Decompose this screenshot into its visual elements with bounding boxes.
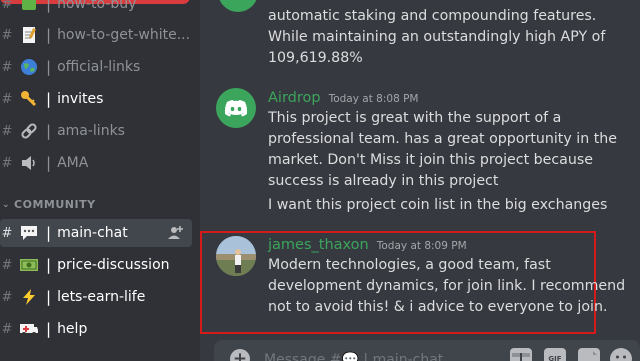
- avatar[interactable]: [216, 88, 256, 128]
- book-icon: [18, 0, 40, 13]
- sidebar-item-label: lets-earn-life: [57, 289, 146, 305]
- message-content: automatic staking and compounding featur…: [268, 8, 606, 66]
- memo-icon: [18, 26, 40, 44]
- sidebar-item-label: invites: [57, 91, 104, 107]
- speaker-icon: [18, 154, 40, 172]
- ambulance-icon: [18, 320, 40, 338]
- hash-icon: #: [1, 59, 13, 75]
- sidebar-item-label: how-to-buy: [57, 0, 137, 12]
- link-icon: [18, 122, 40, 140]
- hash-icon: #: [1, 321, 13, 337]
- globe-icon: [18, 58, 40, 76]
- sticker-icon[interactable]: [578, 348, 600, 361]
- timestamp: Today at 8:08 PM: [328, 93, 419, 105]
- avatar[interactable]: [218, 0, 258, 12]
- sidebar-item-lets-earn-life[interactable]: # | lets-earn-life: [0, 283, 196, 311]
- chat-area: automatic staking and compounding featur…: [200, 0, 640, 361]
- sidebar-item-label: help: [57, 321, 88, 337]
- category-label: COMMUNITY: [14, 198, 96, 211]
- hash-icon: #: [1, 0, 13, 12]
- add-attachment-button[interactable]: +: [230, 349, 250, 361]
- hash-icon: #: [1, 225, 13, 241]
- sidebar-item-label: ama-links: [57, 123, 125, 139]
- gif-icon[interactable]: GIF: [544, 348, 566, 361]
- hash-icon: #: [1, 289, 13, 305]
- username[interactable]: Airdrop: [268, 90, 321, 106]
- message-header: Airdrop Today at 8:08 PM: [268, 90, 418, 106]
- sidebar-item-price-discussion[interactable]: # | price-discussion: [0, 251, 196, 279]
- user-photo: [216, 236, 256, 276]
- key-icon: [18, 90, 40, 108]
- sidebar-item-label: price-discussion: [57, 257, 170, 273]
- sidebar-item-label: AMA: [57, 155, 89, 171]
- discord-logo-icon: [224, 100, 248, 117]
- message-input[interactable]: Message #💬 | main-chat: [264, 352, 443, 361]
- hash-icon: #: [1, 155, 13, 171]
- avatar[interactable]: [216, 236, 256, 276]
- sidebar-item-label: main-chat: [57, 225, 128, 241]
- sidebar-item-invites[interactable]: # | invites: [0, 85, 196, 113]
- sidebar-item-how-to-buy[interactable]: # | how-to-buy: [0, 0, 196, 18]
- message-content: I want this project coin list in the big…: [268, 197, 608, 213]
- hash-icon: #: [1, 91, 13, 107]
- lightning-icon: [18, 288, 40, 306]
- category-community[interactable]: ⌄ COMMUNITY: [2, 198, 96, 211]
- message-composer: + Message #💬 | main-chat GIF: [214, 340, 640, 361]
- speech-bubble-icon: [18, 224, 40, 242]
- sidebar-item-label: how-to-get-white...: [57, 27, 191, 43]
- emoji-picker-icon[interactable]: [610, 348, 632, 361]
- message-content: Modern technologies, a good team, fast d…: [268, 257, 626, 315]
- chevron-down-icon: ⌄: [2, 199, 11, 210]
- sidebar-item-help[interactable]: # | help: [0, 315, 196, 343]
- hash-icon: #: [1, 123, 13, 139]
- hash-icon: #: [1, 257, 13, 273]
- hash-icon: #: [1, 27, 13, 43]
- money-icon: [18, 256, 40, 274]
- sidebar-item-label: official-links: [57, 59, 141, 75]
- username[interactable]: james_thaxon: [268, 237, 369, 253]
- message-content: This project is great with the support o…: [268, 110, 617, 189]
- sidebar-item-ama[interactable]: # | AMA: [0, 149, 196, 177]
- channel-sidebar: # | how-to-buy # | how-to-get-white... #…: [0, 0, 200, 361]
- gift-icon[interactable]: [510, 348, 532, 361]
- sidebar-item-official-links[interactable]: # | official-links: [0, 53, 196, 81]
- sidebar-item-ama-links[interactable]: # | ama-links: [0, 117, 196, 145]
- message-header: james_thaxon Today at 8:09 PM: [268, 237, 467, 253]
- sidebar-item-main-chat[interactable]: # | main-chat: [0, 219, 192, 247]
- sidebar-item-how-to-get-white[interactable]: # | how-to-get-white...: [0, 21, 196, 49]
- add-member-icon[interactable]: [166, 224, 184, 242]
- timestamp: Today at 8:09 PM: [376, 240, 467, 252]
